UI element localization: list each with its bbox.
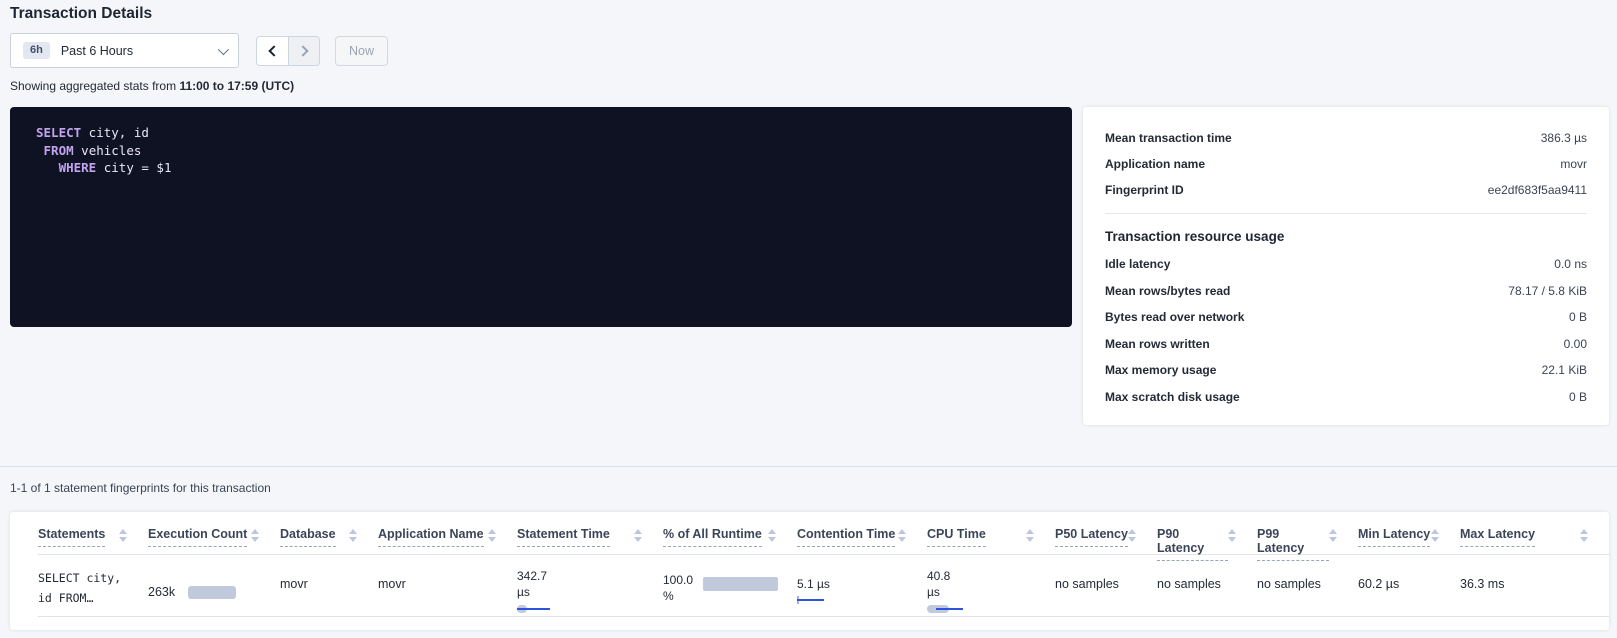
sort-icon[interactable]	[488, 529, 497, 542]
sort-icon[interactable]	[119, 529, 128, 542]
summary-divider	[1105, 213, 1587, 214]
time-range-badge: 6h	[23, 42, 50, 59]
sql-line: FROM vehicles	[36, 142, 1072, 160]
time-step-buttons	[256, 36, 320, 66]
aggregated-stats-range: 11:00 to 17:59 (UTC)	[179, 79, 294, 93]
aggregated-stats-caption: Showing aggregated stats from 11:00 to 1…	[10, 79, 294, 93]
cell-application-name: movr	[378, 555, 517, 616]
cell-statement-time: 342.7µs	[517, 555, 663, 616]
cell-execution-count: 263k	[148, 555, 280, 616]
chevron-left-icon	[268, 45, 279, 56]
summary-row-fingerprint-id: Fingerprint ID ee2df683f5aa9411	[1105, 177, 1587, 203]
cell-cpu-time: 40.8µs	[927, 555, 1055, 616]
percent-runtime-bar	[703, 577, 778, 591]
col-max-latency[interactable]: Max Latency	[1460, 528, 1609, 554]
next-time-button[interactable]	[288, 37, 319, 65]
time-range-label: Past 6 Hours	[61, 44, 133, 58]
sort-icon[interactable]	[768, 529, 777, 542]
resource-row-idle-latency: Idle latency 0.0 ns	[1105, 251, 1587, 278]
col-p90-latency[interactable]: P90 Latency	[1157, 528, 1257, 554]
cell-max-latency: 36.3 ms	[1460, 555, 1609, 616]
sql-line: WHERE city = $1	[36, 159, 1072, 177]
statements-table: Statements Execution Count Database Appl…	[10, 512, 1609, 630]
now-button[interactable]: Now	[335, 36, 388, 66]
sort-icon[interactable]	[634, 529, 643, 542]
sort-icon[interactable]	[1580, 529, 1589, 542]
chevron-right-icon	[297, 45, 308, 56]
resource-row-mean-rows-bytes-read: Mean rows/bytes read 78.17 / 5.8 KiB	[1105, 278, 1587, 305]
col-p50-latency[interactable]: P50 Latency	[1055, 528, 1157, 554]
sql-line: SELECT city, id	[36, 124, 1072, 142]
contention-time-bar	[797, 596, 825, 604]
summary-row-application-name: Application name movr	[1105, 151, 1587, 177]
resource-usage-title: Transaction resource usage	[1105, 229, 1587, 244]
statements-count-caption: 1-1 of 1 statement fingerprints for this…	[10, 481, 271, 495]
prev-time-button[interactable]	[257, 37, 288, 65]
col-execution-count[interactable]: Execution Count	[148, 528, 280, 554]
sort-icon[interactable]	[1228, 529, 1237, 542]
sort-icon[interactable]	[1026, 529, 1035, 542]
cell-min-latency: 60.2 µs	[1358, 555, 1460, 616]
transaction-summary-panel: Mean transaction time 386.3 µs Applicati…	[1083, 107, 1609, 425]
cpu-time-bar	[927, 605, 967, 613]
col-min-latency[interactable]: Min Latency	[1358, 528, 1460, 554]
col-cpu-time[interactable]: CPU Time	[927, 528, 1055, 554]
sort-icon[interactable]	[1431, 529, 1440, 542]
resource-row-bytes-read-over-network: Bytes read over network 0 B	[1105, 304, 1587, 331]
resource-row-max-scratch-disk-usage: Max scratch disk usage 0 B	[1105, 384, 1587, 411]
cell-p90-latency: no samples	[1157, 555, 1257, 616]
sql-keyword: WHERE	[59, 160, 97, 175]
section-divider	[0, 466, 1617, 467]
col-application-name[interactable]: Application Name	[378, 528, 517, 554]
sql-statement-box: SELECT city, id FROM vehicles WHERE city…	[10, 107, 1072, 327]
col-percent-runtime[interactable]: % of All Runtime	[663, 528, 797, 554]
col-statements[interactable]: Statements	[38, 528, 148, 554]
resource-row-mean-rows-written: Mean rows written 0.00	[1105, 331, 1587, 358]
resource-row-max-memory-usage: Max memory usage 22.1 KiB	[1105, 357, 1587, 384]
cell-p50-latency: no samples	[1055, 555, 1157, 616]
time-controls: 6h Past 6 Hours Now	[10, 33, 388, 68]
summary-row-mean-transaction-time: Mean transaction time 386.3 µs	[1105, 125, 1587, 151]
cell-contention-time: 5.1 µs	[797, 555, 927, 616]
chevron-down-icon	[218, 43, 229, 54]
statement-time-bar	[517, 605, 551, 613]
cell-database: movr	[280, 555, 378, 616]
sort-icon[interactable]	[349, 529, 358, 542]
execution-count-bar	[188, 586, 236, 599]
col-database[interactable]: Database	[280, 528, 378, 554]
cell-percent-runtime: 100.0%	[663, 555, 797, 616]
sort-icon[interactable]	[1329, 529, 1338, 542]
sort-icon[interactable]	[251, 529, 260, 542]
time-range-picker[interactable]: 6h Past 6 Hours	[10, 33, 239, 68]
sql-keyword: SELECT	[36, 125, 81, 140]
col-contention-time[interactable]: Contention Time	[797, 528, 927, 554]
col-statement-time[interactable]: Statement Time	[517, 528, 663, 554]
sql-keyword: FROM	[44, 143, 74, 158]
page-title: Transaction Details	[10, 5, 152, 23]
sort-icon[interactable]	[1128, 529, 1137, 542]
statements-table-header: Statements Execution Count Database Appl…	[38, 512, 1609, 555]
cell-p99-latency: no samples	[1257, 555, 1358, 616]
sort-icon[interactable]	[898, 529, 907, 542]
statement-link[interactable]: SELECT city,id FROM…	[38, 568, 148, 608]
cell-statement: SELECT city,id FROM…	[38, 555, 148, 616]
table-row: SELECT city,id FROM… 263k movr movr 342.…	[38, 555, 1609, 617]
col-p99-latency[interactable]: P99 Latency	[1257, 528, 1358, 554]
